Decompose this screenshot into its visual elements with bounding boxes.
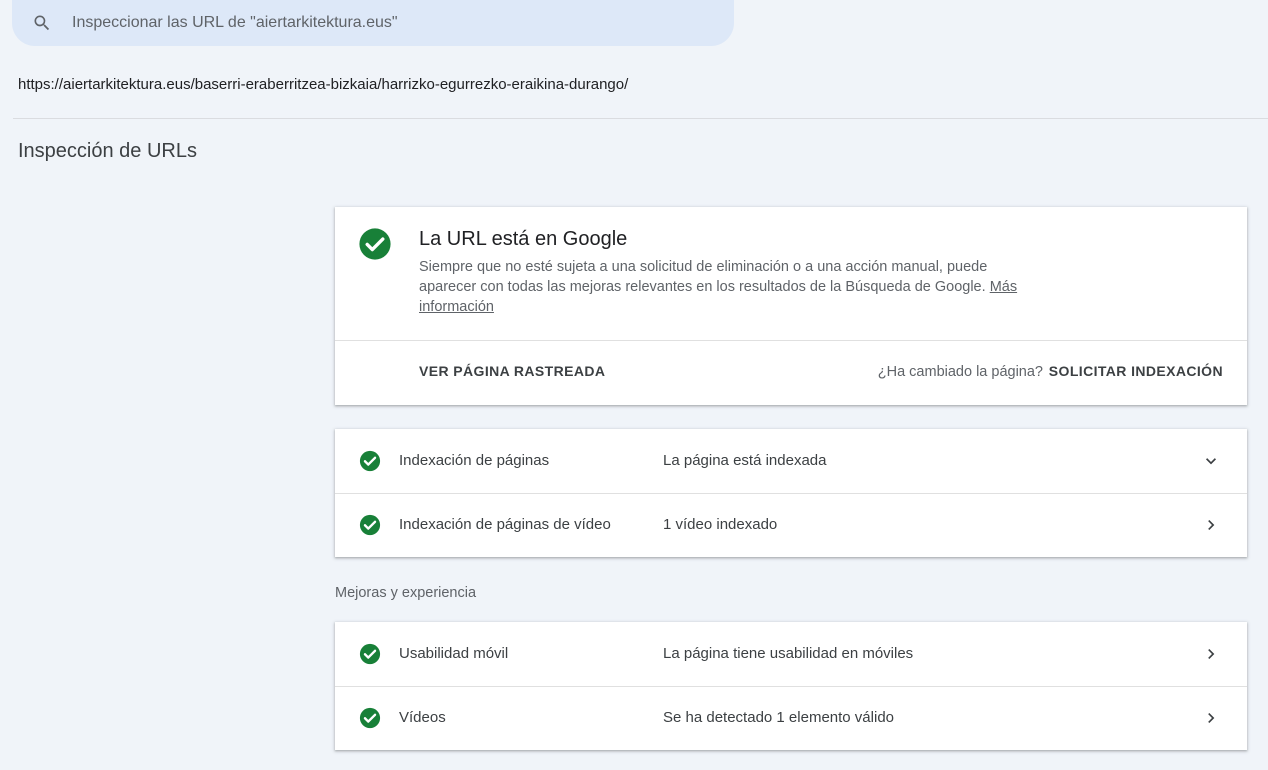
page-title: Inspección de URLs <box>18 140 197 162</box>
chevron-right-icon[interactable] <box>1201 515 1221 535</box>
check-circle-icon <box>359 643 381 665</box>
indexing-row-pages[interactable]: Indexación de páginas La página está ind… <box>335 429 1247 493</box>
page-changed-question: ¿Ha cambiado la página? <box>877 364 1043 380</box>
search-input[interactable] <box>70 13 670 33</box>
enhancements-section-label: Mejoras y experiencia <box>335 585 477 601</box>
row-label: Usabilidad móvil <box>399 645 509 662</box>
row-label: Indexación de páginas de vídeo <box>399 516 611 533</box>
enhancements-card: Usabilidad móvil La página tiene usabili… <box>335 622 1247 750</box>
search-bar[interactable] <box>12 0 734 46</box>
row-value: Se ha detectado 1 elemento válido <box>663 709 894 726</box>
chevron-down-icon[interactable] <box>1201 451 1221 471</box>
inspected-url: https://aiertarkitektura.eus/baserri-era… <box>18 76 629 93</box>
check-circle-icon <box>359 514 381 536</box>
view-crawled-page-button[interactable]: VER PÁGINA RASTREADA <box>419 363 605 379</box>
status-title: La URL está en Google <box>419 228 628 250</box>
check-circle-icon <box>358 227 392 261</box>
header-divider <box>13 118 1268 119</box>
row-label: Vídeos <box>399 709 446 726</box>
check-circle-icon <box>359 707 381 729</box>
card-divider <box>335 340 1247 341</box>
status-description-text: Siempre que no esté sujeta a una solicit… <box>419 259 988 295</box>
indexing-row-video[interactable]: Indexación de páginas de vídeo 1 vídeo i… <box>335 493 1247 557</box>
enhancement-row-videos[interactable]: Vídeos Se ha detectado 1 elemento válido <box>335 686 1247 750</box>
status-description: Siempre que no esté sujeta a una solicit… <box>419 257 1019 317</box>
check-circle-icon <box>359 450 381 472</box>
row-value: La página tiene usabilidad en móviles <box>663 645 914 662</box>
row-value: La página está indexada <box>663 452 827 469</box>
enhancement-row-mobile[interactable]: Usabilidad móvil La página tiene usabili… <box>335 622 1247 686</box>
row-label: Indexación de páginas <box>399 452 550 469</box>
chevron-right-icon[interactable] <box>1201 644 1221 664</box>
chevron-right-icon[interactable] <box>1201 708 1221 728</box>
search-icon <box>32 13 52 33</box>
row-value: 1 vídeo indexado <box>663 516 778 533</box>
request-indexing-button[interactable]: SOLICITAR INDEXACIÓN <box>1049 363 1223 379</box>
status-card: La URL está en Google Siempre que no est… <box>335 207 1247 405</box>
indexing-card: Indexación de páginas La página está ind… <box>335 429 1247 557</box>
